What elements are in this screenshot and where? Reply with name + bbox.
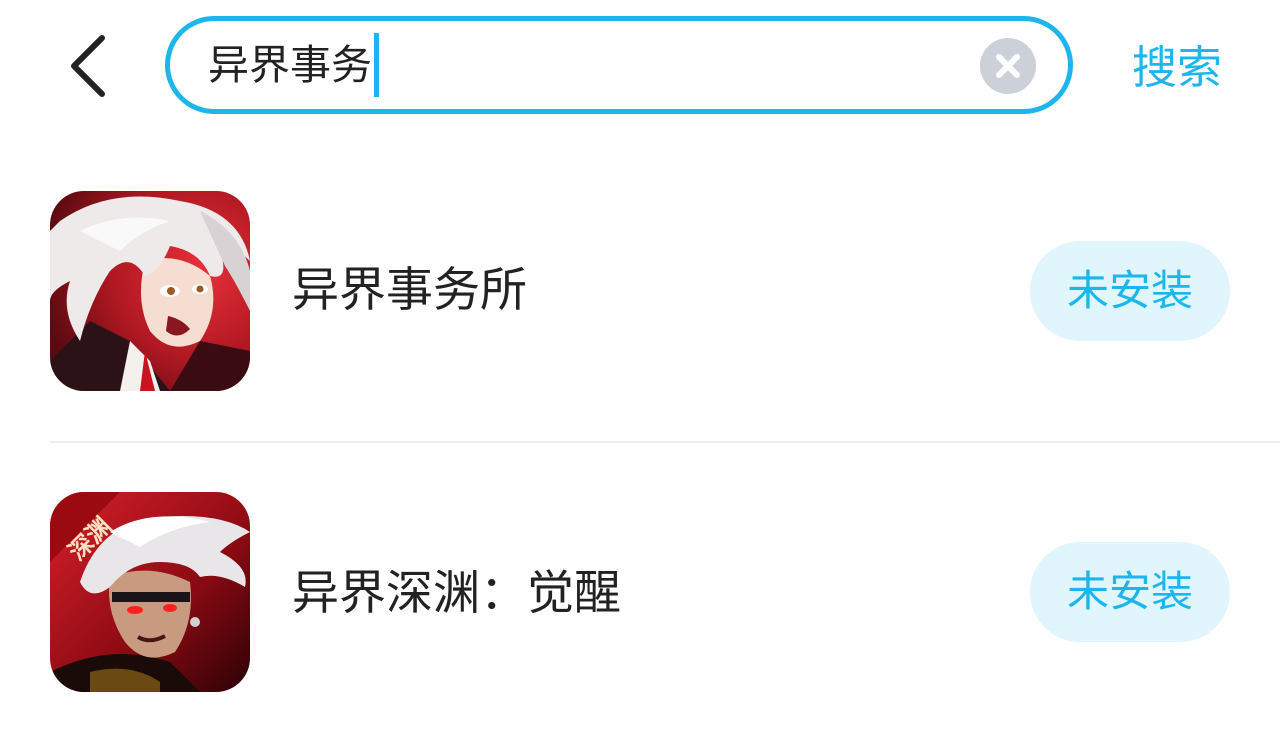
search-input[interactable]: 异界事务 <box>208 21 968 109</box>
app-name[interactable]: 异界事务所 <box>292 261 527 321</box>
divider <box>50 441 1280 443</box>
search-query-text: 异界事务 <box>208 41 372 89</box>
install-status-button[interactable]: 未安装 <box>1030 542 1230 642</box>
install-status-button[interactable]: 未安装 <box>1030 241 1230 341</box>
chevron-left-icon <box>71 35 105 97</box>
search-header: 异界事务 搜索 <box>0 0 1280 130</box>
app-icon-white-haired-warrior[interactable]: 深渊 <box>50 492 250 692</box>
clear-x-icon <box>996 54 1020 78</box>
text-caret <box>374 33 379 97</box>
result-row[interactable]: 异界事务所 未安装 <box>0 180 1280 400</box>
app-name[interactable]: 异界深渊：觉醒 <box>292 564 621 624</box>
result-row[interactable]: 深渊 异界深渊：觉醒 未安装 <box>0 482 1280 702</box>
back-button[interactable] <box>52 22 128 108</box>
clear-search-button[interactable] <box>980 38 1036 94</box>
app-icon-white-haired-character[interactable] <box>50 191 250 391</box>
search-button[interactable]: 搜索 <box>1132 38 1222 98</box>
search-box[interactable]: 异界事务 <box>165 16 1073 114</box>
